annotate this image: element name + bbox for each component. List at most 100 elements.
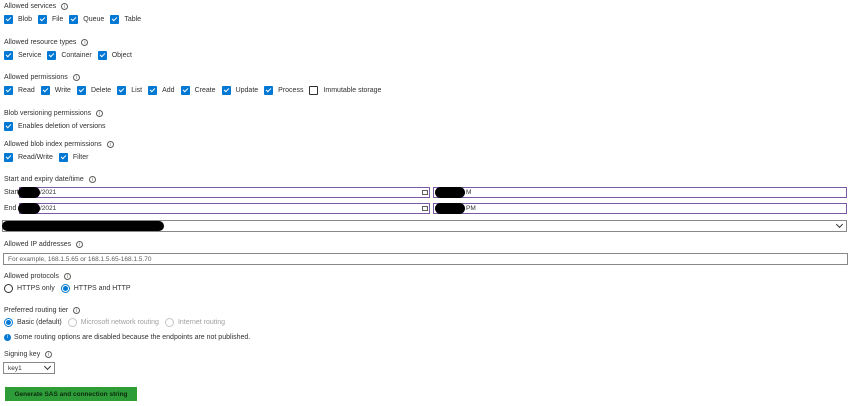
checkbox-label: Blob <box>18 15 33 23</box>
start-date-input[interactable]: /2021 <box>19 187 430 198</box>
checkbox-label: Service <box>18 51 42 59</box>
radio-circle[interactable] <box>4 283 13 293</box>
checkbox-blob[interactable]: Blob <box>4 14 33 24</box>
checkbox-enables-deletion[interactable]: Enables deletion of versions <box>4 121 106 131</box>
checkbox-box[interactable] <box>110 14 120 24</box>
checkbox-object[interactable]: Object <box>97 50 132 60</box>
ip-label: Allowed IP addresses i <box>4 241 84 248</box>
checkbox-list[interactable]: List <box>117 85 142 95</box>
checkbox-create[interactable]: Create <box>180 85 216 95</box>
blob-index-text: Allowed blob index permissions <box>4 141 102 148</box>
checkbox-filter[interactable]: Filter <box>58 152 89 162</box>
checkbox-label: Object <box>111 51 132 59</box>
checkbox-add[interactable]: Add <box>148 85 175 95</box>
checkbox-box[interactable] <box>76 85 86 95</box>
checkbox-box[interactable] <box>180 85 190 95</box>
checkbox-write[interactable]: Write <box>40 85 71 95</box>
checkbox-table[interactable]: Table <box>110 14 141 24</box>
permissions-text: Allowed permissions <box>4 74 68 81</box>
checkbox-label: Create <box>194 86 216 94</box>
checkbox-read[interactable]: Read <box>4 85 35 95</box>
info-icon[interactable]: i <box>88 176 96 183</box>
protocols-label: Allowed protocols i <box>4 273 71 280</box>
end-time-input[interactable]: PM <box>433 203 847 214</box>
checkbox-box[interactable] <box>4 152 13 162</box>
info-icon[interactable]: i <box>73 307 81 314</box>
signing-key-value: key1 <box>8 364 22 372</box>
checkbox-box[interactable] <box>97 50 107 60</box>
info-icon[interactable]: i <box>76 241 84 248</box>
info-icon[interactable]: i <box>72 74 80 81</box>
checkbox-label: Update <box>235 86 259 94</box>
info-icon[interactable]: i <box>106 141 114 148</box>
checkbox-box[interactable] <box>4 85 13 95</box>
checkbox-label: Filter <box>72 153 89 161</box>
resource-types-text: Allowed resource types <box>4 39 77 46</box>
checkbox-delete[interactable]: Delete <box>76 85 111 95</box>
start-time-input[interactable]: M <box>433 187 847 198</box>
versioning-label: Blob versioning permissions i <box>4 110 104 117</box>
versioning-checkbox-group: Enables deletion of versions <box>4 121 112 131</box>
checkbox-box[interactable] <box>309 85 319 95</box>
radio-basic-default[interactable]: Basic (default) <box>4 317 62 327</box>
generate-sas-button[interactable]: Generate SAS and connection string <box>7 388 135 400</box>
checkbox-box[interactable] <box>4 121 13 131</box>
info-icon[interactable]: i <box>61 3 69 10</box>
checkbox-box[interactable] <box>69 14 79 24</box>
checkbox-label: Process <box>278 86 304 94</box>
checkbox-box[interactable] <box>47 50 57 60</box>
signing-key-label: Signing key i <box>4 351 53 358</box>
info-icon[interactable]: i <box>96 110 104 117</box>
calendar-icon[interactable] <box>422 206 428 211</box>
routing-text: Preferred routing tier <box>4 307 69 314</box>
ip-input[interactable]: For example, 168.1.5.65 or 168.1.5.65-16… <box>3 253 848 265</box>
radio-circle <box>164 317 174 327</box>
redacted-timezone <box>2 221 164 231</box>
info-icon[interactable]: i <box>45 351 53 358</box>
checkbox-queue[interactable]: Queue <box>69 14 104 24</box>
end-date-input[interactable]: /2021 <box>19 203 430 214</box>
checkbox-service[interactable]: Service <box>4 50 42 60</box>
checkbox-process[interactable]: Process <box>264 85 304 95</box>
radio-label: Internet routing <box>177 318 226 326</box>
end-time-value: PM <box>466 205 476 212</box>
checkbox-read-write[interactable]: Read/Write <box>4 152 53 162</box>
radio-https-and-http[interactable]: HTTPS and HTTP <box>60 283 131 293</box>
start-time-value: M <box>466 189 472 196</box>
radio-circle[interactable] <box>4 317 13 327</box>
checkbox-update[interactable]: Update <box>221 85 259 95</box>
services-checkbox-group: Blob File Queue Table <box>4 14 147 24</box>
info-icon[interactable]: i <box>63 273 71 280</box>
checkbox-immutable-storage[interactable]: Immutable storage <box>309 85 382 95</box>
info-icon[interactable]: i <box>81 39 89 46</box>
routing-radio-group: Basic (default) Microsoft network routin… <box>4 317 231 327</box>
redacted-start-time <box>435 187 465 198</box>
checkbox-box[interactable] <box>38 14 48 24</box>
checkbox-box[interactable] <box>58 152 68 162</box>
permissions-checkbox-group: Read Write Delete List Add Create Update… <box>4 85 387 95</box>
calendar-icon[interactable] <box>422 190 428 195</box>
allowed-services-text: Allowed services <box>4 3 57 10</box>
end-date-value: /2021 <box>40 205 57 212</box>
checkbox-box[interactable] <box>117 85 127 95</box>
checkbox-box[interactable] <box>40 85 50 95</box>
start-date-value: /2021 <box>40 189 57 196</box>
checkbox-box[interactable] <box>4 50 13 60</box>
checkbox-box[interactable] <box>221 85 231 95</box>
ip-text: Allowed IP addresses <box>4 241 72 248</box>
checkbox-box[interactable] <box>148 85 158 95</box>
checkbox-label: File <box>52 15 64 23</box>
radio-circle[interactable] <box>60 283 70 293</box>
redacted-start-date <box>18 187 40 198</box>
blob-index-label: Allowed blob index permissions i <box>4 141 114 148</box>
checkbox-label: Immutable storage <box>323 86 382 94</box>
permissions-label: Allowed permissions i <box>4 74 80 81</box>
radio-https-only[interactable]: HTTPS only <box>4 283 55 293</box>
routing-label: Preferred routing tier i <box>4 307 81 314</box>
generate-sas-button-label: Generate SAS and connection string <box>14 390 128 398</box>
checkbox-box[interactable] <box>4 14 13 24</box>
checkbox-label: Write <box>54 86 71 94</box>
checkbox-file[interactable]: File <box>38 14 64 24</box>
checkbox-container[interactable]: Container <box>47 50 92 60</box>
checkbox-box[interactable] <box>264 85 274 95</box>
